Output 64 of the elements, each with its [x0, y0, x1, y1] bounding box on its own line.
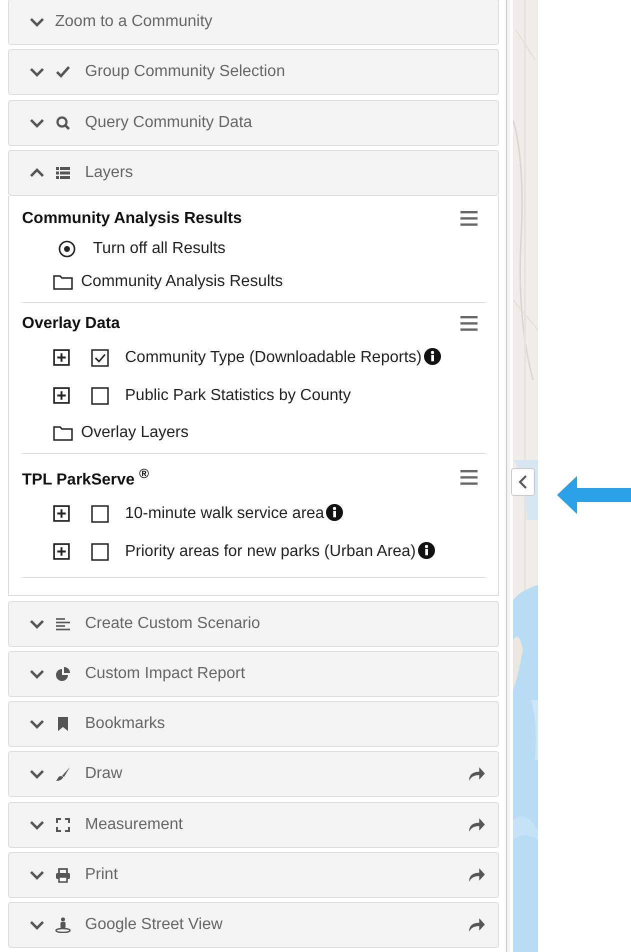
expand-plus-icon[interactable] [53, 348, 70, 366]
list-icon [55, 164, 71, 181]
bookmark-icon [55, 716, 71, 732]
street-view-icon [55, 917, 71, 934]
section-header[interactable]: Zoom to a Community [8, 0, 499, 45]
expand-plus-icon[interactable] [53, 386, 70, 404]
chevron-left-icon [517, 474, 529, 490]
section-header[interactable]: Measurement [8, 802, 499, 848]
expand-plus-icon[interactable] [53, 543, 70, 560]
group-title: TPL ParkServe $^{®}$ [22, 466, 149, 490]
layer-label: Public Park Statistics by County [125, 386, 351, 404]
info-icon[interactable] [424, 348, 441, 365]
section-header[interactable]: Layers [8, 150, 499, 196]
share-arrow-icon[interactable] [468, 866, 486, 884]
section-header[interactable]: Custom Impact Report [8, 650, 499, 697]
checkbox[interactable] [91, 386, 109, 405]
menu-icon[interactable] [460, 470, 478, 486]
radio-label: Turn off all Results [93, 240, 226, 258]
collapse-button[interactable] [511, 468, 535, 496]
folder-icon [53, 424, 73, 441]
layer-label: 10-minute walk service area [125, 505, 324, 522]
section-title: Custom Impact Report [85, 664, 246, 683]
section-header[interactable]: Create Custom Scenario [8, 600, 499, 647]
info-icon[interactable] [326, 504, 344, 522]
group-title: Community Analysis Results [22, 210, 242, 228]
layer-label: Community Type (Downloadable Reports) [125, 348, 422, 366]
info-icon[interactable] [418, 542, 435, 560]
search-icon [55, 114, 71, 131]
folder-label[interactable]: Overlay Layers [81, 424, 189, 442]
section-title: Create Custom Scenario [85, 614, 262, 633]
group-title: Overlay Data [22, 314, 120, 333]
menu-icon[interactable] [460, 316, 478, 332]
share-arrow-icon[interactable] [468, 916, 486, 934]
section-header[interactable]: Group Community Selection [8, 49, 499, 96]
section-title: Zoom to a Community [55, 13, 214, 31]
checkbox[interactable] [91, 505, 109, 524]
text-lines-icon [55, 616, 71, 632]
section-title: Draw [85, 765, 124, 784]
layer-label: Priority areas for new parks (Urban Area) [125, 543, 416, 560]
expand-plus-icon[interactable] [53, 505, 70, 522]
section-header[interactable]: Draw [8, 751, 499, 798]
brush-icon [55, 766, 71, 782]
expand-icon [55, 816, 71, 833]
section-header[interactable]: Google Street View [8, 902, 499, 948]
print-icon [55, 867, 71, 883]
section-title: Query Community Data [85, 114, 254, 132]
section-title: Print [85, 866, 119, 884]
folder-label[interactable]: Community Analysis Results [81, 272, 283, 291]
section-header[interactable]: Bookmarks [8, 701, 499, 748]
menu-icon[interactable] [460, 211, 478, 226]
checkbox[interactable] [91, 543, 109, 562]
section-title: Layers [85, 164, 134, 182]
check-icon [55, 64, 71, 80]
pie-chart-icon [55, 666, 71, 682]
radio-button[interactable] [58, 240, 76, 258]
section-header[interactable]: Print [8, 852, 499, 898]
section-title: Google Street View [85, 916, 224, 934]
section-title: Bookmarks [85, 715, 166, 734]
section-title: Measurement [85, 816, 184, 834]
folder-icon [53, 274, 73, 290]
section-title: Group Community Selection [85, 63, 286, 82]
checkbox[interactable] [91, 348, 109, 367]
share-arrow-icon[interactable] [468, 765, 486, 784]
section-header[interactable]: Query Community Data [8, 100, 499, 146]
